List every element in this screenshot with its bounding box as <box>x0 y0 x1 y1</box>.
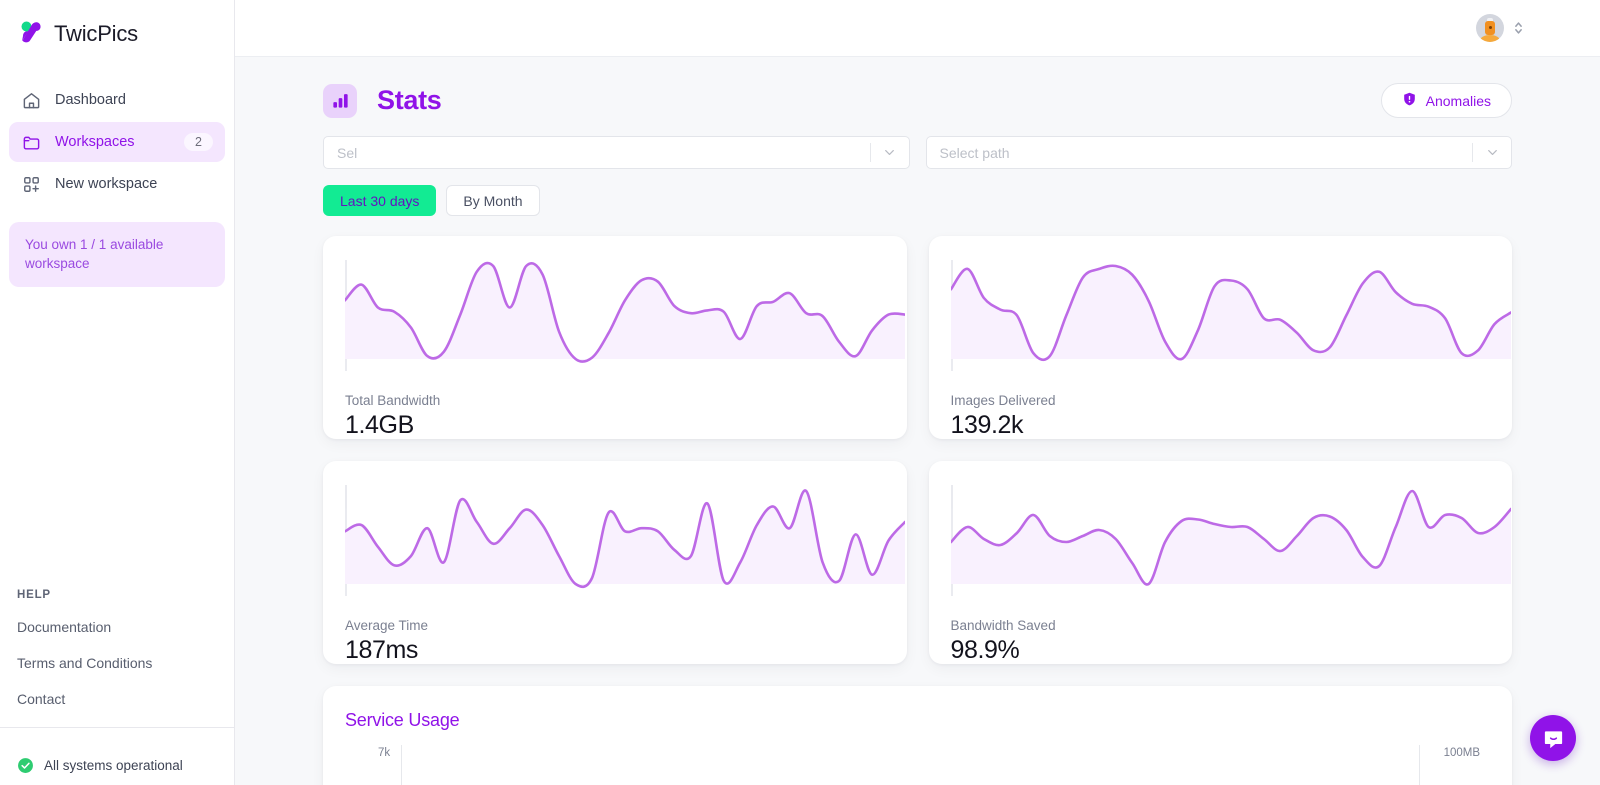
page-header: Stats Anomalies <box>323 83 1512 118</box>
service-usage-plot: 7k 100MB <box>345 745 1486 785</box>
sparkline-average-time <box>345 481 907 599</box>
help-section-title: HELP <box>17 589 51 601</box>
sparkline-images-delivered <box>950 256 1513 374</box>
tab-last-30-days[interactable]: Last 30 days <box>323 185 437 216</box>
sidebar-item-workspaces[interactable]: Workspaces 2 <box>9 122 225 162</box>
sidebar-item-label: New workspace <box>55 176 158 192</box>
sidebar-item-new-workspace[interactable]: New workspace <box>9 164 225 204</box>
range-tabs: Last 30 days By Month <box>323 185 1512 216</box>
sparkline-total-bandwidth <box>345 256 907 374</box>
page-content: Stats Anomalies Sel Select path Last 30 … <box>235 57 1600 785</box>
service-usage-title: Service Usage <box>345 710 460 730</box>
sidebar-item-label: Workspaces <box>55 134 135 150</box>
stat-card-value: 139.2k <box>950 411 1024 439</box>
twicpics-logo-icon <box>18 20 44 48</box>
sidebar: TwicPics Dashboard Workspaces 2 New work… <box>0 0 235 785</box>
tab-by-month[interactable]: By Month <box>446 185 540 216</box>
shield-alert-icon <box>1402 91 1417 110</box>
system-status[interactable]: All systems operational <box>0 727 234 785</box>
topbar <box>235 0 1600 57</box>
chevron-down-icon[interactable] <box>871 146 909 159</box>
workspaces-count-badge: 2 <box>184 132 213 152</box>
stat-card-meta: Average Time 187ms <box>323 599 907 664</box>
stat-card-meta: Bandwidth Saved 98.9% <box>929 599 1513 664</box>
service-usage-card: Service Usage 7k 100MB <box>323 686 1512 785</box>
grid-plus-icon <box>21 174 41 194</box>
avatar <box>1476 14 1504 42</box>
main-area: Stats Anomalies Sel Select path Last 30 … <box>235 0 1600 785</box>
home-icon <box>21 90 41 110</box>
stat-card-meta: Total Bandwidth 1.4GB <box>323 374 907 439</box>
page-title: Stats <box>377 85 442 115</box>
stat-card-label: Total Bandwidth <box>345 393 441 408</box>
brand[interactable]: TwicPics <box>0 0 234 66</box>
path-select-placeholder: Select path <box>939 144 1010 161</box>
bar-chart-icon <box>323 83 357 118</box>
chat-bubble-icon[interactable] <box>1530 715 1576 761</box>
page-header-left: Stats <box>323 83 442 118</box>
stat-card-value: 1.4GB <box>345 411 414 439</box>
stat-card-total-bandwidth[interactable]: Total Bandwidth 1.4GB <box>323 236 907 439</box>
folder-icon <box>21 132 41 152</box>
stat-card-label: Bandwidth Saved <box>950 618 1056 633</box>
sidebar-item-label: Dashboard <box>55 92 126 108</box>
stat-card-bandwidth-saved[interactable]: Bandwidth Saved 98.9% <box>928 461 1513 664</box>
help-link-contact[interactable]: Contact <box>0 691 234 707</box>
system-status-label: All systems operational <box>44 757 183 773</box>
stat-card-value: 98.9% <box>950 636 1020 664</box>
y-axis-left-label: 7k <box>378 747 391 759</box>
stat-cards: Total Bandwidth 1.4GB Images Delivered 1… <box>323 236 1512 664</box>
check-circle-icon <box>17 757 34 774</box>
brand-name: TwicPics <box>54 21 138 46</box>
stat-card-label: Images Delivered <box>950 393 1056 408</box>
stat-card-label: Average Time <box>345 618 429 633</box>
stat-card-value: 187ms <box>345 636 419 664</box>
stat-card-images-delivered[interactable]: Images Delivered 139.2k <box>928 236 1513 439</box>
service-usage-line-chart <box>401 745 1421 785</box>
sparkline-bandwidth-saved <box>950 481 1513 599</box>
sidebar-nav: Dashboard Workspaces 2 New workspace <box>0 80 234 206</box>
y-axis-right-label: 100MB <box>1443 747 1480 759</box>
workspace-select-placeholder: Sel <box>337 144 358 161</box>
chevron-down-icon[interactable] <box>1473 146 1511 159</box>
help-link-terms[interactable]: Terms and Conditions <box>0 655 234 671</box>
workspace-select[interactable]: Sel <box>323 136 910 169</box>
user-menu[interactable] <box>1476 14 1524 42</box>
workspace-ownership-notice: You own 1 / 1 available workspace <box>9 222 225 288</box>
app-root: TwicPics Dashboard Workspaces 2 New work… <box>0 0 1600 785</box>
anomalies-button-label: Anomalies <box>1425 92 1491 109</box>
help-link-documentation[interactable]: Documentation <box>0 619 234 635</box>
stat-card-average-time[interactable]: Average Time 187ms <box>323 461 907 664</box>
sidebar-item-dashboard[interactable]: Dashboard <box>9 80 225 120</box>
anomalies-button[interactable]: Anomalies <box>1380 83 1512 118</box>
chevron-up-down-icon <box>1513 20 1524 36</box>
stat-card-meta: Images Delivered 139.2k <box>929 374 1513 439</box>
path-select[interactable]: Select path <box>925 136 1512 169</box>
filters-row: Sel Select path <box>323 136 1512 169</box>
